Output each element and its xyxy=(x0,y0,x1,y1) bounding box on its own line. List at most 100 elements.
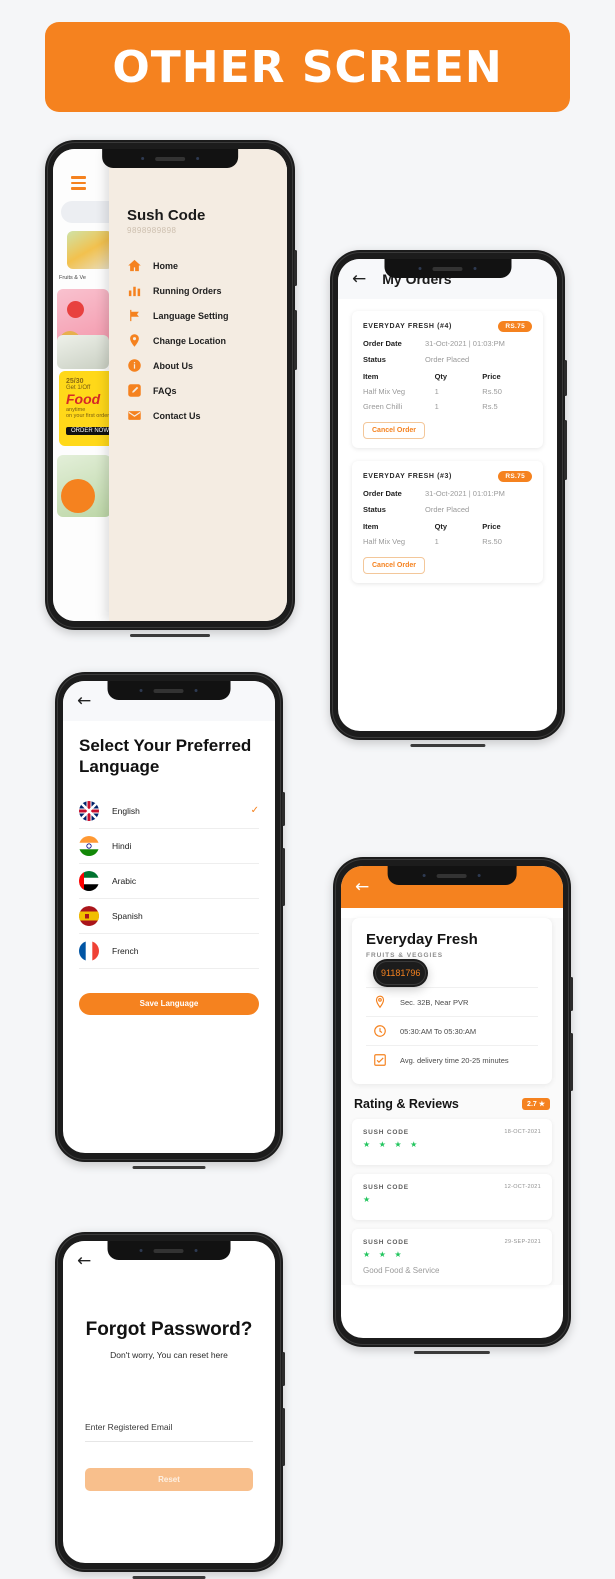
speaker-grille-icon xyxy=(153,1248,184,1253)
phone-notch xyxy=(107,1241,231,1260)
flag-uk-icon xyxy=(79,800,99,821)
order-date-row: Order Date 31-Oct-2021 | 01:01:PM xyxy=(363,489,532,498)
speaker-grille-icon xyxy=(153,688,184,693)
phone-side-button xyxy=(570,977,573,1011)
column-qty: Qty xyxy=(434,372,448,381)
language-option-arabic[interactable]: Arabic xyxy=(79,864,259,899)
restaurant-phone-row[interactable]: 91181796 xyxy=(366,959,538,988)
order-date-value: 31-Oct-2021 | 01:03:PM xyxy=(425,339,505,348)
save-language-button[interactable]: Save Language xyxy=(79,992,259,1015)
drawer-item-language-setting[interactable]: Language Setting xyxy=(127,303,287,328)
back-arrow-icon[interactable]: ← xyxy=(77,1252,91,1270)
restaurant-address: Sec. 32B, Near PVR xyxy=(400,997,469,1007)
map-pin-icon xyxy=(373,995,387,1009)
category-tile[interactable] xyxy=(67,231,113,269)
info-icon xyxy=(127,358,142,373)
drawer-user-name: Sush Code xyxy=(127,207,206,224)
language-label: French xyxy=(112,945,139,956)
check-icon: ✓ xyxy=(250,805,259,816)
cancel-order-button[interactable]: Cancel Order xyxy=(363,557,425,574)
phone-side-button xyxy=(282,848,285,906)
email-field[interactable]: Enter Registered Email xyxy=(85,1422,253,1442)
restaurant-category: FRUITS & VEGGIES xyxy=(366,952,444,959)
order-item-row: Half Mix Veg 1 Rs.50 xyxy=(363,537,532,546)
phone-side-button xyxy=(294,250,297,286)
phone-side-button xyxy=(564,360,567,396)
language-option-english[interactable]: English ✓ xyxy=(79,794,259,829)
language-label: Arabic xyxy=(112,875,137,886)
back-arrow-icon[interactable]: ← xyxy=(355,878,369,896)
edit-icon xyxy=(127,383,142,398)
camera-dot-icon xyxy=(141,157,144,160)
banner-title: OTHER SCREEN xyxy=(112,41,503,93)
camera-dot-icon xyxy=(478,874,481,877)
speaker-grille-icon xyxy=(155,156,185,161)
reviews-header: Rating & Reviews 2.7 ★ xyxy=(354,1097,550,1111)
restaurant-delivery-time: Avg. delivery time 20-25 minutes xyxy=(400,1055,509,1065)
promo-cta-button[interactable]: ORDER NOW xyxy=(66,427,114,435)
language-option-spanish[interactable]: Spanish xyxy=(79,899,259,934)
restaurant-hours: 05:30:AM To 05:30:AM xyxy=(400,1026,477,1036)
camera-dot-icon xyxy=(473,267,477,270)
map-pin-icon xyxy=(127,333,142,348)
item-price: Rs.50 xyxy=(482,537,502,546)
restaurant-phone: 91181796 xyxy=(373,959,429,987)
column-price: Price xyxy=(482,372,501,381)
drawer-item-change-location[interactable]: Change Location xyxy=(127,328,287,353)
language-screen-body: Select Your Preferred Language English ✓… xyxy=(63,721,275,1015)
drawer-item-label: Contact Us xyxy=(153,410,201,421)
item-name: Half Mix Veg xyxy=(363,387,406,396)
phone-notch xyxy=(102,149,238,168)
order-card: EVERYDAY FRESH (#3) RS.75 Order Date 31-… xyxy=(352,461,543,583)
review-header: SUSH CODE 18-OCT-2021 xyxy=(363,1129,541,1136)
order-date-label: Order Date xyxy=(363,339,402,348)
speaker-grille-icon xyxy=(437,873,467,878)
back-arrow-icon[interactable]: ← xyxy=(352,270,366,288)
flag-spain-icon xyxy=(79,905,99,926)
phone2-screen: ← My Orders EVERYDAY FRESH (#4) RS.75 Or… xyxy=(338,259,557,731)
order-status-label: Status xyxy=(363,355,386,364)
order-date-label: Order Date xyxy=(363,489,402,498)
flag-france-icon xyxy=(79,940,99,961)
column-qty: Qty xyxy=(434,522,448,531)
category-label: Fruits & Ve xyxy=(59,275,86,281)
drawer-item-about-us[interactable]: About Us xyxy=(127,353,287,378)
cancel-order-button[interactable]: Cancel Order xyxy=(363,422,425,439)
drawer-item-faqs[interactable]: FAQs xyxy=(127,378,287,403)
orders-list: EVERYDAY FRESH (#4) RS.75 Order Date 31-… xyxy=(338,299,557,608)
phone-notch xyxy=(107,681,231,700)
speaker-grille-icon xyxy=(432,266,463,271)
camera-dot-icon xyxy=(194,1249,198,1252)
back-arrow-icon[interactable]: ← xyxy=(77,692,91,710)
forgot-password-body: Forgot Password? Don't worry, You can re… xyxy=(63,1319,275,1491)
order-card-header: EVERYDAY FRESH (#3) RS.75 xyxy=(363,471,532,482)
drawer-item-contact-us[interactable]: Contact Us xyxy=(127,403,287,428)
phone4-screen: ← Everyday Fresh FRUITS & VEGGIES 911817… xyxy=(341,866,563,1338)
language-option-french[interactable]: French xyxy=(79,934,259,969)
item-qty: 1 xyxy=(434,402,439,411)
review-user: SUSH CODE xyxy=(363,1239,409,1246)
language-option-hindi[interactable]: Hindi xyxy=(79,829,259,864)
order-date-row: Order Date 31-Oct-2021 | 01:03:PM xyxy=(363,339,532,348)
column-item: Item xyxy=(363,372,379,381)
checkbox-icon xyxy=(373,1053,387,1067)
order-amount-badge: RS.75 xyxy=(498,471,532,482)
category-tile[interactable] xyxy=(57,335,109,369)
order-status-row: Status Order Placed xyxy=(363,505,532,514)
phone-mockup-language: ← Select Your Preferred Language English… xyxy=(55,672,285,1169)
reset-button[interactable]: Reset xyxy=(85,1468,253,1491)
drawer-item-home[interactable]: Home xyxy=(127,253,287,278)
drawer-item-running-orders[interactable]: Running Orders xyxy=(127,278,287,303)
order-card-header: EVERYDAY FRESH (#4) RS.75 xyxy=(363,321,532,332)
phone-notch xyxy=(383,259,512,278)
phone5-screen: ← Forgot Password? Don't worry, You can … xyxy=(63,1241,275,1563)
order-status-row: Status Order Placed xyxy=(363,355,532,364)
rating-badge: 2.7 ★ xyxy=(522,1098,550,1110)
hamburger-icon[interactable] xyxy=(71,176,86,193)
language-label: Hindi xyxy=(112,840,132,851)
order-shop-name: EVERYDAY FRESH (#4) xyxy=(363,323,452,330)
tomato-icon xyxy=(67,301,84,318)
column-price: Price xyxy=(482,522,501,531)
phone-side-button xyxy=(564,420,567,480)
drawer-menu-list: Home Running Orders Language Setting Cha… xyxy=(127,253,287,428)
